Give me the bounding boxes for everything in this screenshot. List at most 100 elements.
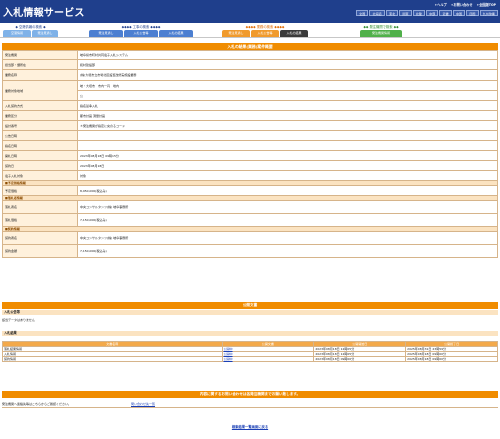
nav-group-title: ◆◆◆◆ 業務の検索 ◆◆◆◆: [245, 25, 285, 29]
tab-airport-outlook[interactable]: 発注見通し: [32, 30, 58, 37]
row-label: 入札契約方式: [2, 100, 78, 111]
row-value: 和村建設部: [77, 59, 498, 70]
row-value: [77, 140, 498, 151]
site-logo[interactable]: 入札情報サービス: [3, 4, 85, 19]
tab-construction-result[interactable]: 入札の結果: [159, 30, 193, 37]
row-value: 7,150,000(税込み): [77, 244, 498, 258]
table-row: 契約者名 中央コンサルタンツ(株) 岐阜事務所: [2, 231, 498, 245]
help-link[interactable]: ✦ヘルプ: [435, 2, 447, 7]
contact-link[interactable]: ✦お問い合わせ: [451, 2, 473, 7]
table-row: 契約金額 7,150,000(税込み): [2, 244, 498, 258]
back-to-results-link[interactable]: 検索結果一覧画面に戻る: [0, 424, 500, 429]
table-row: 担当部・課所在 和村建設部: [2, 59, 498, 70]
table-row: 開札日時 2023年08月18日 09時15分: [2, 150, 498, 161]
doc-link[interactable]: 公開中: [221, 356, 315, 362]
row-label: 指名日時: [2, 140, 78, 151]
tab-agency-info[interactable]: 発注機関情報: [360, 30, 402, 37]
region-tab[interactable]: 全国: [356, 10, 369, 16]
row-value: 指名競争入札: [77, 100, 498, 111]
region-tab[interactable]: 北海道: [369, 10, 385, 16]
tab-service-notice[interactable]: 入札公告等: [251, 30, 279, 37]
doc-name: 契約情報: [2, 356, 223, 362]
nav-group-title: ◆ 空港情報の検索 ◆: [15, 25, 46, 29]
row-label: 設計番号: [2, 120, 78, 131]
row-label: 落札価格: [2, 213, 78, 227]
row-value: 公: [77, 90, 498, 101]
table-row: 公: [3, 90, 498, 101]
notice-empty-text: 該当データはありません: [2, 318, 35, 322]
region-tabs: 全国 北海道 東北 関東 北陸 中部 近畿 中国 四国 九州沖縄: [356, 10, 498, 16]
table-row: 入札契約方式 指名競争入札: [2, 100, 498, 111]
nav-group-service: ◆◆◆◆ 業務の検索 ◆◆◆◆ 発注見通し 入札公告等 入札の結果: [222, 24, 308, 37]
table-row: 業務区分 都市計画 測量計画: [2, 110, 498, 121]
row-label: 落札者名: [2, 200, 78, 214]
row-value: 中央コンサルタンツ(株) 岐阜事務所: [77, 200, 498, 214]
region-tab[interactable]: 北陸: [412, 10, 426, 16]
table-row: 設計番号 ＊発注機関が指定に充のるコード: [2, 120, 498, 131]
region-tab[interactable]: 関東: [399, 10, 412, 16]
page-title: 入札の結果(業務)案件概要: [2, 43, 498, 50]
row-label: 予定価格: [2, 185, 78, 196]
region-tab[interactable]: 中国: [452, 10, 466, 16]
row-label: 契約日: [2, 160, 78, 171]
tab-construction-notice[interactable]: 入札公告等: [124, 30, 158, 37]
site-header: 入札情報サービス ✦ヘルプ ✦お問い合わせ ✦全国版TOP 全国 北海道 東北 …: [0, 0, 500, 23]
row-value: 都市計画 測量計画: [77, 110, 498, 121]
row-label: 公告日時: [2, 130, 78, 141]
row-label: 契約金額: [2, 244, 78, 258]
tab-airport-info[interactable]: 空港情報: [3, 30, 31, 37]
row-label: 契約者名: [2, 231, 78, 245]
row-label: 業務対象地域: [2, 80, 78, 101]
region-tab[interactable]: 東北: [385, 10, 399, 16]
row-label: 業務区分: [2, 110, 78, 121]
national-top-link[interactable]: ✦全国版TOP: [477, 2, 496, 7]
row-label: 電子入札対象: [2, 170, 78, 181]
row-value: ＊発注機関が指定に充のるコード: [77, 120, 498, 131]
row-label: 担当部・課所在: [2, 59, 78, 70]
nav-group-construction: ◆◆◆◆ 工事の検索 ◆◆◆◆ 発注見通し 入札公告等 入札の結果: [89, 24, 193, 37]
contact-title: 内容に関するお問い合わせは各発注機関までお願い致します。: [2, 391, 498, 398]
row-label: 発注機関: [2, 50, 78, 60]
nav-group-title: ◆◆ 発注機関で検索 ◆◆: [363, 25, 399, 29]
table-row: 電子入札対象 対象: [2, 170, 498, 181]
detail-table: 発注機関 岐阜県市町村共同電子入札システム 担当部・課所在 和村建設部 業務名称 (株…: [2, 50, 498, 258]
search-nav: ◆ 空港情報の検索 ◆ 空港情報 発注見通し ◆◆◆◆ 工事の検索 ◆◆◆◆ 発…: [0, 23, 500, 38]
doc-start: 2023年08月18日 09時00分: [313, 356, 407, 362]
nav-group-airport: ◆ 空港情報の検索 ◆ 空港情報 発注見通し: [3, 24, 58, 37]
table-row: 落札者名 中央コンサルタンツ(株) 岐阜事務所: [2, 200, 498, 214]
region-tab[interactable]: 九州沖縄: [479, 10, 498, 16]
documents-title: 公開文書: [2, 302, 498, 309]
region-tab[interactable]: 近畿: [439, 10, 452, 16]
row-value: 岐・大垣市 市内一円 地内: [77, 80, 498, 91]
table-row: 公告日時: [2, 130, 498, 141]
contact-text: 発注機関へ連絡先等はこちらからご確認ください。: [2, 402, 72, 406]
tab-service-result[interactable]: 入札の結果: [280, 30, 308, 37]
table-row: 契約日 2023年08月18日: [2, 160, 498, 171]
row-value: [77, 130, 498, 141]
table-row: 予定価格 8,950,000(税込み): [2, 185, 498, 196]
table-row: 契約情報 公開中 2023年08月18日 09時00分 2025年08月18日 …: [2, 356, 498, 362]
contact-row: 発注機関へ連絡先等はこちらからご確認ください。 問い合わせ先一覧: [2, 399, 498, 408]
result-heading: 入札結果: [2, 331, 498, 336]
tab-service-outlook[interactable]: 発注見通し: [222, 30, 250, 37]
doc-end: 2025年08月18日 09時00分: [405, 356, 498, 362]
header-links: ✦ヘルプ ✦お問い合わせ ✦全国版TOP: [435, 2, 497, 7]
table-row: 業務対象地域 岐・大垣市 市内一円 地内: [2, 80, 498, 101]
region-tab[interactable]: 中部: [426, 10, 439, 16]
row-value: 7,150,000(税込み): [77, 213, 498, 227]
row-value: 2023年08月18日 09時15分: [77, 150, 498, 161]
row-value: 対象: [77, 170, 498, 181]
notice-heading: 入札公告等: [2, 310, 498, 315]
region-tab[interactable]: 四国: [466, 10, 479, 16]
table-row: 落札価格 7,150,000(税込み): [2, 213, 498, 227]
table-row: 指名日時: [2, 140, 498, 151]
tab-construction-outlook[interactable]: 発注見通し: [89, 30, 123, 37]
contact-list-link[interactable]: 問い合わせ先一覧: [131, 402, 155, 406]
row-label: 業務名称: [2, 69, 78, 81]
nav-group-agency: ◆◆ 発注機関で検索 ◆◆ 発注機関情報: [360, 24, 402, 37]
nav-group-title: ◆◆◆◆ 工事の検索 ◆◆◆◆: [121, 25, 161, 29]
row-value: (株)大垣市立市場北区設置改修実施設業務: [77, 69, 498, 81]
table-row: 業務名称 (株)大垣市立市場北区設置改修実施設業務: [2, 69, 498, 81]
table-row: 発注機関 岐阜県市町村共同電子入札システム: [2, 50, 498, 60]
row-label: 開札日時: [2, 150, 78, 161]
